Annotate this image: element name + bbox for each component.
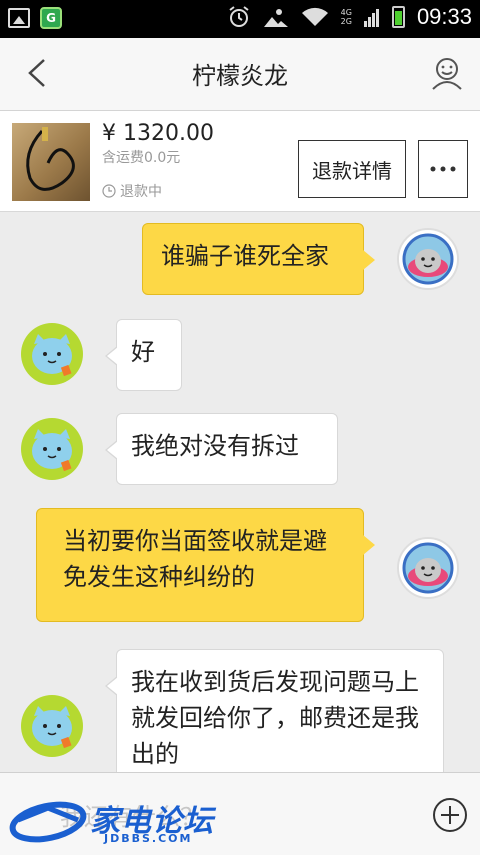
contact-message-bubble[interactable]: 我绝对没有拆过 <box>105 413 338 485</box>
chat-message-list[interactable]: 谁骗子谁死全家 好 我绝对没有拆过 当初要你当面签收就是避免发生这种纠纷的 我在… <box>0 212 480 772</box>
alarm-icon <box>229 6 249 27</box>
more-options-button[interactable] <box>418 140 468 198</box>
gallery-notification-icon <box>8 8 30 28</box>
chat-header: 柠檬炎龙 <box>0 38 480 111</box>
contact-profile-icon[interactable] <box>430 56 464 90</box>
security-app-notification-icon: G <box>40 7 62 29</box>
my-message-bubble[interactable]: 当初要你当面签收就是避免发生这种纠纷的 <box>36 508 375 622</box>
refund-details-button[interactable]: 退款详情 <box>298 140 406 198</box>
forum-watermark: 家电论坛 JDBBS.COM <box>8 790 218 850</box>
product-thumbnail[interactable] <box>12 123 90 201</box>
shipping-fee: 含运费0.0元 <box>102 150 181 166</box>
contact-message-bubble[interactable]: 好 <box>105 319 182 391</box>
signal-icon <box>363 9 379 27</box>
watermark-url: JDBBS.COM <box>104 832 193 845</box>
contact-message-bubble[interactable]: 我在收到货后发现问题马上就发回给你了，邮费还是我出的 <box>105 649 444 772</box>
photo-sync-icon <box>263 9 288 27</box>
refund-status-label: 退款中 <box>120 184 162 200</box>
more-dots-icon <box>430 166 456 172</box>
watermark-logo-icon <box>9 801 87 843</box>
network-indicator: 4G 2G <box>340 8 352 26</box>
product-price: ¥ 1320.00 <box>102 121 214 146</box>
my-avatar[interactable] <box>396 227 460 291</box>
contact-avatar[interactable] <box>20 322 84 386</box>
add-attachment-icon[interactable] <box>432 797 468 833</box>
my-message-bubble[interactable]: 谁骗子谁死全家 <box>142 223 375 295</box>
status-time: 09:33 <box>416 4 472 29</box>
wifi-icon <box>301 7 328 27</box>
my-avatar[interactable] <box>396 536 460 600</box>
order-summary-card[interactable]: ¥ 1320.00 含运费0.0元 退款中 退款详情 <box>0 111 480 212</box>
clock-icon <box>102 184 116 198</box>
page-title: 柠檬炎龙 <box>192 62 288 90</box>
battery-icon <box>391 6 405 28</box>
contact-avatar[interactable] <box>20 417 84 481</box>
status-bar: G 4G 2G 09:33 <box>0 0 480 38</box>
refund-status: 退款中 <box>102 181 162 201</box>
contact-avatar[interactable] <box>20 694 84 758</box>
